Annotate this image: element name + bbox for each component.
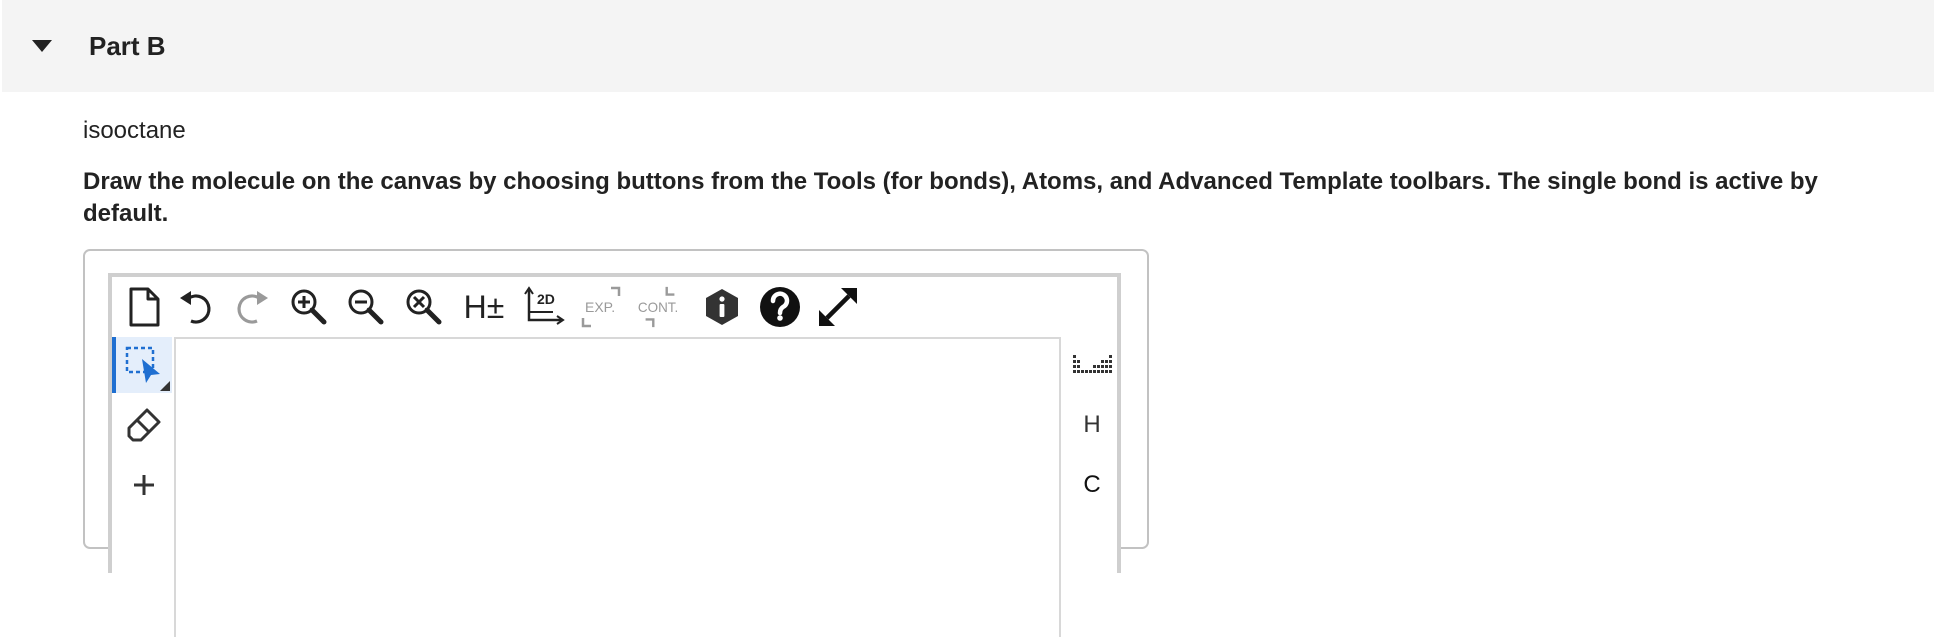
eraser-icon: [127, 408, 161, 442]
part-title: Part B: [89, 31, 166, 61]
atoms-toolbar: H C: [1063, 337, 1121, 637]
molecule-name: isooctane: [83, 117, 186, 144]
tools-toolbar: [112, 337, 174, 637]
expand-button[interactable]: EXP.: [578, 279, 626, 335]
molecule-editor-frame: H± 2D EXP. CONT. H C: [83, 249, 1149, 637]
fullscreen-icon: [819, 288, 857, 326]
plus-icon: [134, 475, 154, 495]
zoom-reset-icon: [406, 289, 442, 325]
zoom-out-button[interactable]: [342, 279, 390, 335]
periodic-table-icon: [1073, 355, 1112, 373]
expand-label: EXP.: [585, 299, 615, 315]
part-header[interactable]: Part B: [2, 0, 1934, 92]
help-button[interactable]: [756, 279, 804, 335]
select-tool-button[interactable]: [112, 337, 172, 393]
hydrogen-toggle-button[interactable]: H±: [460, 279, 508, 335]
clean-2d-label: 2D: [537, 291, 555, 307]
atom-button-c[interactable]: C: [1063, 457, 1121, 513]
contract-icon: CONT.: [638, 286, 678, 328]
fullscreen-button[interactable]: [814, 279, 862, 335]
hydrogen-toggle-label: H±: [463, 288, 505, 325]
zoom-reset-button[interactable]: [400, 279, 448, 335]
clean-2d-icon: 2D: [524, 286, 565, 325]
periodic-table-button[interactable]: [1063, 337, 1121, 393]
contract-button[interactable]: CONT.: [636, 279, 684, 335]
atom-button-h[interactable]: H: [1063, 397, 1121, 453]
eraser-tool-button[interactable]: [116, 397, 172, 453]
clean-2d-button[interactable]: 2D: [520, 279, 568, 335]
collapse-caret-icon[interactable]: [32, 40, 52, 52]
undo-button[interactable]: [172, 279, 220, 335]
info-button[interactable]: [698, 279, 746, 335]
undo-icon: [180, 291, 211, 324]
instructions-text: Draw the molecule on the canvas by choos…: [83, 168, 1818, 227]
contract-label: CONT.: [638, 300, 678, 315]
charge-plus-tool-button[interactable]: [116, 457, 172, 513]
drawing-canvas[interactable]: [174, 337, 1061, 637]
clear-canvas-button[interactable]: [120, 279, 168, 335]
info-icon: [706, 289, 738, 325]
zoom-out-icon: [348, 289, 384, 325]
submenu-arrow-icon: [160, 381, 170, 391]
expand-icon: EXP.: [581, 286, 621, 328]
molecule-editor: H± 2D EXP. CONT. H C: [108, 273, 1121, 637]
zoom-in-button[interactable]: [285, 279, 333, 335]
redo-button[interactable]: [228, 279, 276, 335]
new-document-icon: [129, 287, 160, 327]
zoom-in-icon: [291, 289, 327, 325]
redo-icon: [237, 291, 268, 324]
help-icon: [760, 287, 800, 327]
